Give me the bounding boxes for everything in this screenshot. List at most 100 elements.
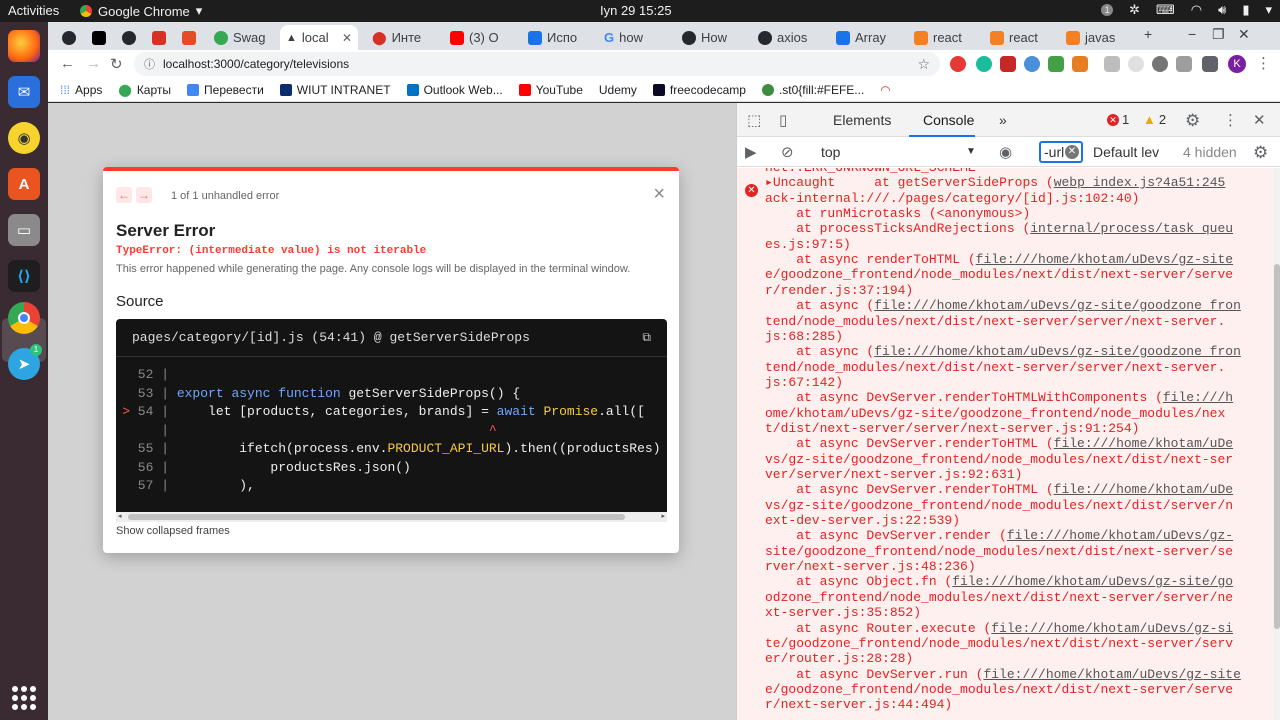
console-stack-line[interactable]: r/render.js:37:194): [765, 283, 913, 298]
tab-array[interactable]: Array: [830, 25, 904, 50]
warning-count-badge[interactable]: ▲ 2: [1143, 112, 1166, 127]
extension-icon[interactable]: [1024, 56, 1040, 72]
next-error-icon[interactable]: →: [136, 187, 152, 203]
close-tab-icon[interactable]: ✕: [342, 31, 352, 45]
clear-console-icon[interactable]: ⊘: [781, 143, 794, 161]
console-stack-line[interactable]: at runMicrotasks (<anonymous>): [765, 206, 1030, 221]
console-stack-line[interactable]: r/next-server.js:44:494): [765, 697, 952, 712]
sidebar-toggle-icon[interactable]: ▶︎: [745, 143, 757, 161]
tab-github-1[interactable]: [56, 25, 84, 50]
console-stack-line[interactable]: js:67:142): [765, 375, 843, 390]
bookmark-star-icon[interactable]: ☆: [917, 56, 930, 73]
minimize-icon[interactable]: −: [1188, 26, 1196, 42]
profile-avatar[interactable]: K: [1228, 55, 1246, 73]
console-stack-line[interactable]: te/goodzone_frontend/node_modules/next/d…: [765, 636, 1233, 651]
bookmark-translate[interactable]: Перевести: [187, 83, 264, 97]
tab-console[interactable]: Console: [923, 112, 974, 128]
console-stack-line[interactable]: odzone_frontend/node_modules/next/dist/n…: [765, 590, 1233, 605]
console-scrollbar[interactable]: [1273, 168, 1280, 720]
address-bar[interactable]: ⓘ localhost:3000/category/televisions ☆: [134, 52, 940, 76]
context-selector[interactable]: top: [821, 144, 840, 160]
console-stack-line[interactable]: at async DevServer.render (file:///home/…: [765, 528, 1233, 543]
restore-icon[interactable]: ❐: [1212, 26, 1225, 43]
extension-icon[interactable]: [950, 56, 966, 72]
show-applications-icon[interactable]: [12, 686, 36, 710]
extension-icon[interactable]: [1176, 56, 1192, 72]
console-stack-line[interactable]: at async DevServer.renderToHTML (file://…: [765, 482, 1233, 497]
tab-inte[interactable]: ⬤ Инте: [366, 25, 434, 50]
tab-axios[interactable]: axios: [752, 25, 824, 50]
extension-icon[interactable]: [1048, 56, 1064, 72]
console-stack-line[interactable]: at async Object.fn (file:///home/khotam/…: [765, 574, 1233, 589]
code-scrollbar[interactable]: ◂ ▸: [116, 512, 667, 522]
console-stack-line[interactable]: at async Router.execute (file:///home/kh…: [765, 621, 1233, 636]
console-stack-line[interactable]: ack-internal:///./pages/category/[id].js…: [765, 191, 1139, 206]
console-stack-line[interactable]: js:68:285): [765, 329, 843, 344]
tab-react-1[interactable]: react: [908, 25, 982, 50]
tab-react-2[interactable]: react: [984, 25, 1058, 50]
console-stack-line[interactable]: at async DevServer.renderToHTMLWithCompo…: [765, 390, 1233, 405]
code-file-header[interactable]: pages/category/[id].js (54:41) @ getServ…: [116, 319, 667, 357]
console-stack-line[interactable]: site/goodzone_frontend/node_modules/next…: [765, 544, 1233, 559]
extension-icon[interactable]: [976, 56, 992, 72]
console-stack-line[interactable]: tend/node_modules/next/dist/next-server/…: [765, 314, 1225, 329]
filter-input[interactable]: -url ✕: [1039, 141, 1083, 163]
scrollbar-thumb[interactable]: [128, 514, 625, 520]
bookmark-outlook[interactable]: Outlook Web...: [406, 83, 503, 97]
extension-icon[interactable]: [1152, 56, 1168, 72]
tab-google-how[interactable]: Ghow: [598, 25, 668, 50]
kebab-menu-icon[interactable]: ⋮: [1256, 54, 1271, 72]
console-stack-line[interactable]: ver/server/next-server.js:92:631): [765, 467, 1022, 482]
software-center-icon[interactable]: A: [8, 168, 40, 200]
prev-error-icon[interactable]: ←: [116, 187, 132, 203]
console-stack-line[interactable]: vs/gz-site/goodzone_frontend/node_module…: [765, 452, 1233, 467]
tab-javas[interactable]: javas: [1060, 25, 1136, 50]
console-stack-line[interactable]: er/router.js:28:28): [765, 651, 913, 666]
bookmark-wiut[interactable]: WIUT INTRANET: [279, 83, 391, 97]
console-settings-icon[interactable]: ⚙: [1253, 143, 1268, 163]
tab-ispo[interactable]: Испо: [522, 25, 592, 50]
tab-elements[interactable]: Elements: [833, 112, 891, 128]
error-count-badge[interactable]: ✕ 1: [1107, 112, 1129, 127]
close-devtools-icon[interactable]: ✕: [1253, 111, 1266, 129]
bookmark-youtube[interactable]: YouTube: [518, 83, 583, 97]
close-icon[interactable]: ×: [653, 184, 665, 204]
puzzle-icon[interactable]: [1202, 56, 1218, 72]
device-toolbar-icon[interactable]: ▯: [779, 111, 787, 129]
console-stack-line[interactable]: at async DevServer.renderToHTML (file://…: [765, 436, 1233, 451]
console-stack-line[interactable]: e/goodzone_frontend/node_modules/next/di…: [765, 682, 1233, 697]
tab-youtube[interactable]: (3) O: [444, 25, 514, 50]
scroll-left-icon[interactable]: ◂: [118, 512, 122, 522]
thunderbird-icon[interactable]: ✉: [8, 76, 40, 108]
show-collapsed-frames-button[interactable]: Show collapsed frames: [116, 525, 230, 537]
settings-gear-icon[interactable]: ⚙: [1185, 111, 1200, 131]
files-icon[interactable]: ▭: [8, 214, 40, 246]
system-tray[interactable]: 1 ✲ ⌨ ◠ 🔊︎ ▮ ▾: [1101, 2, 1272, 18]
console-stack-line[interactable]: at processTicksAndRejections (internal/p…: [765, 221, 1233, 236]
code-file-path[interactable]: pages/category/[id].js (54:41) @ getServ…: [132, 330, 530, 345]
console-stack-line[interactable]: e/goodzone_frontend/node_modules/next/di…: [765, 267, 1233, 282]
vscode-icon[interactable]: ⟨⟩: [8, 260, 40, 292]
console-stack-line[interactable]: vs/gz-site/goodzone_frontend/node_module…: [765, 498, 1233, 513]
console-stack-line[interactable]: ▸Uncaught at getServerSideProps (webp in…: [765, 175, 1225, 190]
url-text[interactable]: localhost:3000/category/televisions: [163, 57, 349, 71]
activities-button[interactable]: Activities: [8, 3, 59, 18]
tab-medium[interactable]: [86, 25, 114, 50]
scrollbar-thumb[interactable]: [1274, 264, 1280, 629]
tab-github-how[interactable]: How: [676, 25, 748, 50]
info-icon[interactable]: ⓘ: [144, 56, 155, 72]
new-tab-icon[interactable]: +: [1144, 26, 1152, 42]
console-stack-line[interactable]: ome/khotam/uDevs/gz-site/goodzone_fronte…: [765, 406, 1225, 421]
reload-icon[interactable]: ↻: [110, 55, 123, 73]
extension-icon[interactable]: [1072, 56, 1088, 72]
tab-github-2[interactable]: [116, 25, 144, 50]
console-stack-line[interactable]: at async renderToHTML (file:///home/khot…: [765, 252, 1233, 267]
bookmark-gauge[interactable]: ◠: [880, 83, 890, 97]
console-stack-line[interactable]: at async (file:///home/khotam/uDevs/gz-s…: [765, 344, 1241, 359]
rhythmbox-icon[interactable]: ◉: [8, 122, 40, 154]
bookmark-udemy[interactable]: Udemy: [599, 83, 637, 97]
devtools-menu-icon[interactable]: ⋮: [1223, 111, 1238, 129]
scroll-right-icon[interactable]: ▸: [661, 512, 665, 522]
inspect-element-icon[interactable]: ⬚: [747, 111, 761, 129]
chevron-down-icon[interactable]: ▼: [966, 146, 976, 157]
